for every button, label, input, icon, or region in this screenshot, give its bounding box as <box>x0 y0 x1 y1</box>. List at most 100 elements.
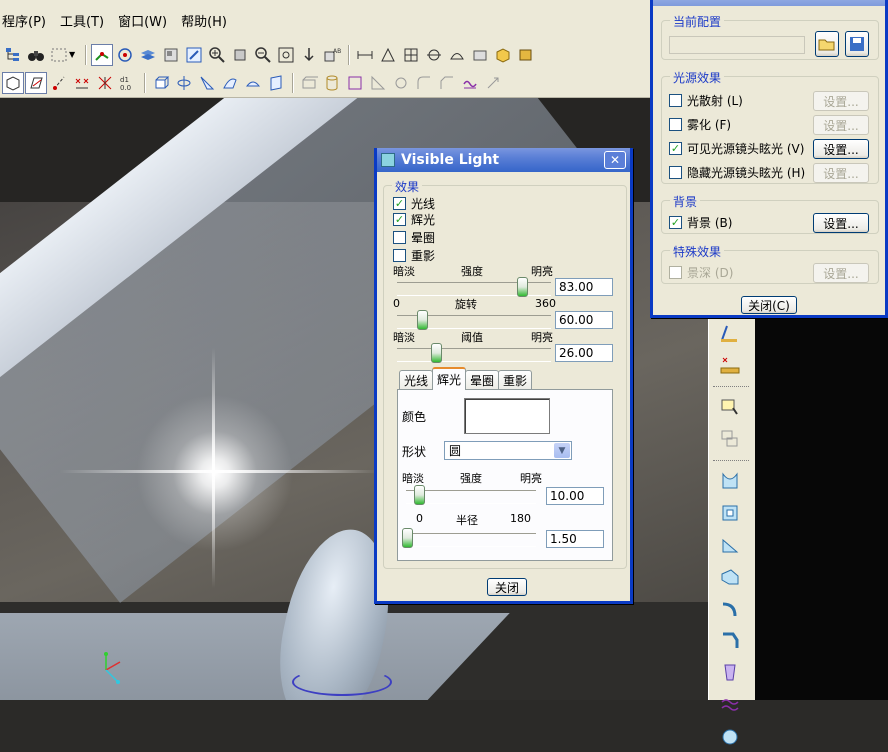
config-name-field[interactable] <box>669 36 805 54</box>
shell-tool-icon[interactable] <box>715 722 745 752</box>
variable-sweep-icon[interactable] <box>715 530 745 560</box>
extrude-tool-icon[interactable] <box>715 466 745 496</box>
radius-value-field[interactable]: 1.50 <box>546 530 604 548</box>
point-display-icon[interactable] <box>71 72 93 94</box>
save-config-button[interactable] <box>845 31 869 57</box>
fog-checkbox[interactable] <box>669 118 682 131</box>
zoom-out-icon[interactable] <box>252 44 274 66</box>
light-scatter-row[interactable]: 光散射 (L) <box>669 92 743 109</box>
background-checkbox[interactable]: ✓ <box>669 216 682 229</box>
depth-of-field-checkbox[interactable] <box>669 266 682 279</box>
background-settings-button[interactable]: 设置... <box>813 213 869 233</box>
cylinder-icon[interactable] <box>321 72 343 94</box>
mirror-icon[interactable] <box>482 72 504 94</box>
radius-slider-thumb[interactable] <box>402 528 413 548</box>
hidden-flare-settings-button[interactable]: 设置... <box>813 163 869 183</box>
threshold-slider-thumb[interactable] <box>431 343 442 363</box>
draft-icon[interactable] <box>390 72 412 94</box>
binoculars-icon[interactable] <box>25 44 47 66</box>
view-manager-icon[interactable] <box>160 44 182 66</box>
glow-checkbox[interactable]: ✓ <box>393 213 406 226</box>
dimension-icon[interactable] <box>354 44 376 66</box>
fog-settings-button[interactable]: 设置... <box>813 115 869 135</box>
blend-icon[interactable] <box>219 72 241 94</box>
open-config-button[interactable] <box>815 31 839 57</box>
annotation-display-icon[interactable]: d1 0.0 <box>117 72 139 94</box>
visible-light-close-button[interactable]: 关闭 <box>487 578 527 596</box>
saved-views-icon[interactable]: AB <box>321 44 343 66</box>
ghost-row[interactable]: 重影 <box>393 247 435 264</box>
glow-intensity-slider-track[interactable] <box>406 490 536 504</box>
grid-icon[interactable] <box>400 44 422 66</box>
datum-point-icon[interactable] <box>446 44 468 66</box>
shaded-box-icon[interactable] <box>492 44 514 66</box>
axis-display-icon[interactable] <box>48 72 70 94</box>
intensity-slider-thumb[interactable] <box>517 277 528 297</box>
visible-flare-settings-button[interactable]: 设置... <box>813 139 869 159</box>
zoom-in-icon[interactable] <box>206 44 228 66</box>
coordinate-system-icon[interactable] <box>469 44 491 66</box>
background-row[interactable]: ✓ 背景 (B) <box>669 214 732 231</box>
selection-box-icon[interactable] <box>48 44 70 66</box>
visible-flare-checkbox[interactable]: ✓ <box>669 142 682 155</box>
style-icon[interactable] <box>265 72 287 94</box>
intensity-value-field[interactable]: 83.00 <box>555 278 613 296</box>
chevron-down-icon[interactable]: ▼ <box>69 50 77 59</box>
shape-select[interactable]: 圆 ▼ <box>444 441 572 460</box>
blend-tool-icon[interactable] <box>715 562 745 592</box>
halo-row[interactable]: 晕圈 <box>393 229 435 246</box>
depth-of-field-row[interactable]: 景深 (D) <box>669 264 733 281</box>
rays-row[interactable]: ✓ 光线 <box>393 195 435 212</box>
intent-manager-icon[interactable] <box>715 424 745 454</box>
spin-icon[interactable] <box>229 44 251 66</box>
model-tree-icon[interactable] <box>2 44 24 66</box>
sketch-icon[interactable] <box>715 392 745 422</box>
measure-icon[interactable] <box>715 318 745 348</box>
tab-ghost[interactable]: 重影 <box>498 370 533 390</box>
rotation-slider-thumb[interactable] <box>417 310 428 330</box>
draft-tool-icon[interactable] <box>715 658 745 688</box>
hole-icon[interactable] <box>298 72 320 94</box>
tab-halo[interactable]: 晕圈 <box>465 370 500 390</box>
revolve-icon[interactable] <box>173 72 195 94</box>
shaded-icon[interactable] <box>2 72 24 94</box>
datum-plane-icon[interactable] <box>377 44 399 66</box>
surface-icon[interactable] <box>242 72 264 94</box>
glow-color-swatch[interactable] <box>464 398 550 434</box>
threshold-slider-track[interactable] <box>397 348 551 362</box>
halo-checkbox[interactable] <box>393 231 406 244</box>
pattern-icon[interactable] <box>459 72 481 94</box>
glow-intensity-slider-thumb[interactable] <box>414 485 425 505</box>
csys-display-icon[interactable] <box>94 72 116 94</box>
ghost-checkbox[interactable] <box>393 249 406 262</box>
glow-intensity-value-field[interactable]: 10.00 <box>546 487 604 505</box>
extrude-icon[interactable] <box>150 72 172 94</box>
round-tool-icon[interactable] <box>715 594 745 624</box>
sweep-icon[interactable] <box>196 72 218 94</box>
analysis-icon[interactable] <box>715 350 745 380</box>
rib-icon[interactable] <box>367 72 389 94</box>
datum-display-icon[interactable] <box>91 43 113 66</box>
light-scatter-checkbox[interactable] <box>669 94 682 107</box>
close-icon[interactable]: ✕ <box>604 151 626 169</box>
effects-close-button[interactable]: 关闭(C) <box>741 296 797 314</box>
glow-row[interactable]: ✓ 辉光 <box>393 211 435 228</box>
menu-window[interactable]: 窗口(W) <box>118 11 167 30</box>
shell-icon[interactable] <box>344 72 366 94</box>
appearance-icon[interactable] <box>515 44 537 66</box>
fog-row[interactable]: 雾化 (F) <box>669 116 731 133</box>
repaint-icon[interactable] <box>183 44 205 66</box>
menu-tools[interactable]: 工具(T) <box>60 11 104 30</box>
spin-center-icon[interactable] <box>114 44 136 66</box>
layers-icon[interactable] <box>137 44 159 66</box>
radius-slider-track[interactable] <box>406 533 536 547</box>
chamfer-icon[interactable] <box>436 72 458 94</box>
hidden-flare-row[interactable]: 隐藏光源镜头眩光 (H) <box>669 164 805 181</box>
rays-checkbox[interactable]: ✓ <box>393 197 406 210</box>
plane-display-icon[interactable] <box>25 72 47 94</box>
reorient-icon[interactable] <box>298 44 320 66</box>
menu-program[interactable]: 程序(P) <box>2 11 46 30</box>
datum-axis-icon[interactable] <box>423 44 445 66</box>
chamfer-tool-icon[interactable] <box>715 626 745 656</box>
hidden-flare-checkbox[interactable] <box>669 166 682 179</box>
